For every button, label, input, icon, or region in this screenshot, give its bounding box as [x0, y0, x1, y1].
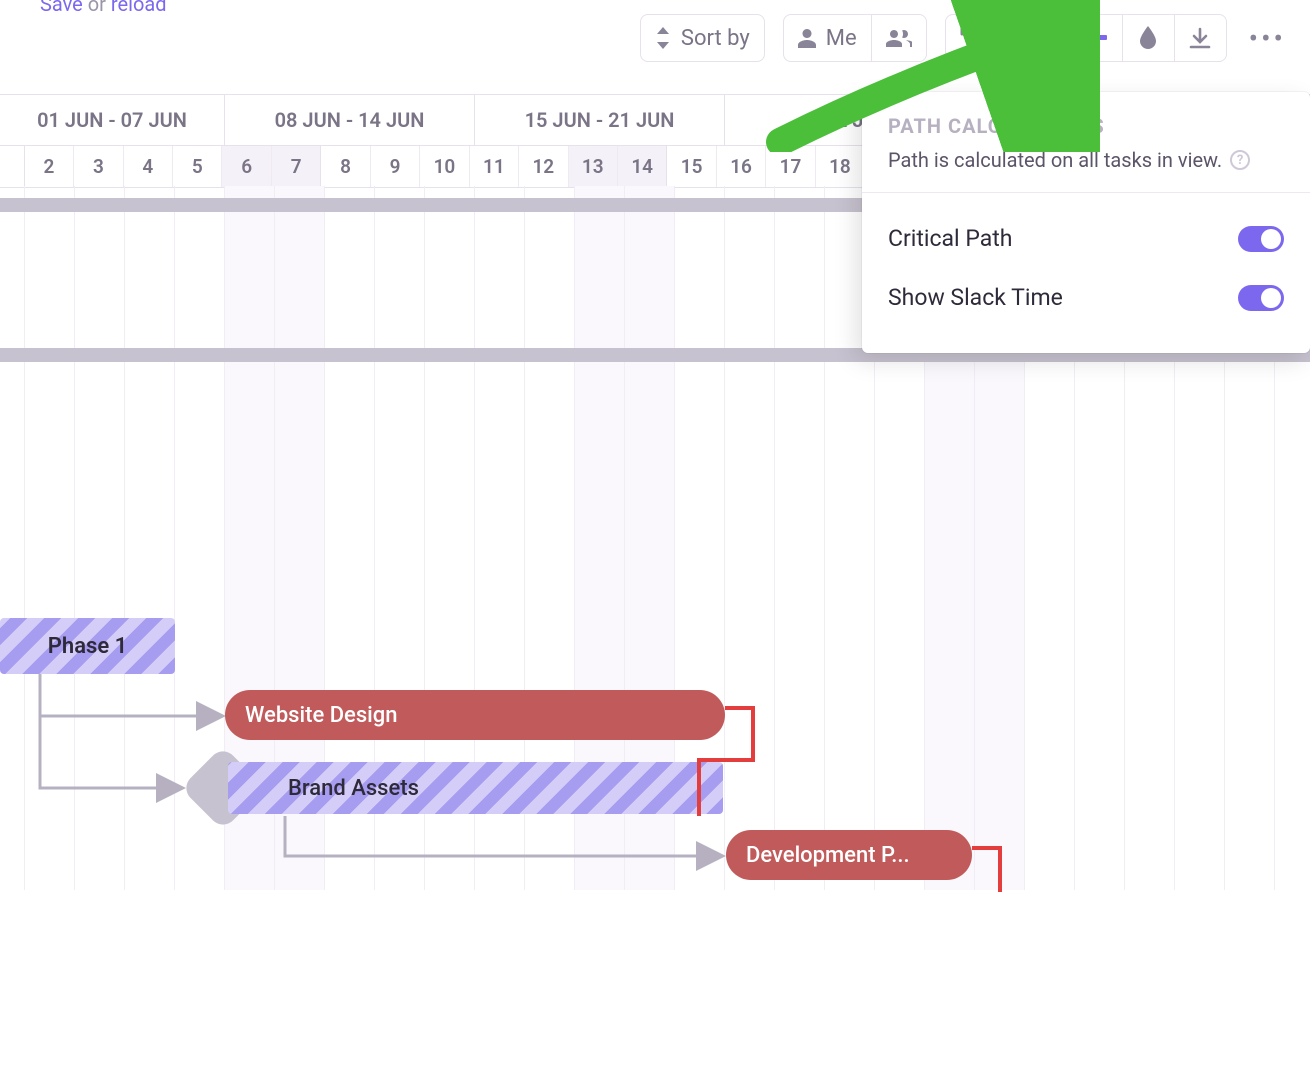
day-cell: 11 — [470, 146, 519, 187]
task-label: Website Design — [245, 703, 398, 728]
day-cell: 2 — [25, 146, 74, 187]
sort-by-button[interactable]: Sort by — [640, 14, 765, 62]
day-cell — [0, 146, 25, 187]
day-cell: 17 — [766, 146, 815, 187]
week-cell: 15 JUN - 21 JUN — [475, 95, 725, 145]
path-calculations-popover: PATH CALCULATIONS Path is calculated on … — [862, 92, 1310, 353]
path-calculations-button[interactable] — [1067, 14, 1123, 62]
day-cell: 8 — [321, 146, 370, 187]
day-cell: 9 — [371, 146, 420, 187]
person-icon — [798, 28, 816, 48]
task-development[interactable]: Development P... — [726, 830, 972, 880]
critical-path-segment — [751, 706, 755, 762]
download-icon — [1189, 27, 1211, 49]
day-cell: 18 — [816, 146, 865, 187]
day-cell: 10 — [420, 146, 469, 187]
day-cell: 6 — [222, 146, 271, 187]
day-cell: 7 — [272, 146, 321, 187]
task-label: Development P... — [746, 843, 910, 868]
day-cell: 14 — [618, 146, 667, 187]
more-menu-button[interactable]: ••• — [1245, 22, 1290, 55]
collapse-button[interactable] — [945, 14, 997, 62]
day-cell: 13 — [569, 146, 618, 187]
download-button[interactable] — [1175, 14, 1227, 62]
task-label: Brand Assets — [288, 776, 419, 801]
gantt-path-icon — [1082, 27, 1108, 49]
toolbar: Sort by Me ••• — [640, 14, 1290, 62]
task-label: Phase 1 — [48, 634, 127, 659]
collapse-icon — [960, 27, 982, 49]
week-cell: 01 JUN - 07 JUN — [0, 95, 225, 145]
critical-path-segment — [697, 758, 755, 762]
sort-by-label: Sort by — [681, 26, 750, 51]
day-cell: 15 — [667, 146, 716, 187]
droplet-icon — [1138, 26, 1158, 50]
task-brand-assets[interactable]: Brand Assets — [228, 762, 723, 814]
day-cell: 4 — [124, 146, 173, 187]
critical-path-segment — [998, 846, 1002, 892]
day-cell: 16 — [717, 146, 766, 187]
people-icon — [886, 28, 912, 48]
day-cell: 12 — [519, 146, 568, 187]
day-cell: 5 — [173, 146, 222, 187]
critical-path-toggle[interactable] — [1238, 226, 1284, 252]
people-filter-button[interactable] — [872, 14, 927, 62]
popover-subtitle: Path is calculated on all tasks in view. — [888, 148, 1222, 172]
edit-hint-fragment: Save or reload — [40, 0, 167, 16]
help-icon[interactable]: ? — [1230, 150, 1250, 170]
critical-path-label: Critical Path — [888, 225, 1012, 252]
task-website-design[interactable]: Website Design — [225, 690, 725, 740]
sort-icon — [655, 27, 671, 49]
me-label: Me — [826, 26, 857, 51]
popover-title: PATH CALCULATIONS — [888, 114, 1284, 138]
expand-button[interactable] — [997, 14, 1049, 62]
slack-time-toggle[interactable] — [1238, 285, 1284, 311]
expand-icon — [1011, 27, 1033, 49]
week-cell: 08 JUN - 14 JUN — [225, 95, 475, 145]
color-button[interactable] — [1123, 14, 1175, 62]
task-phase-1[interactable]: Phase 1 — [0, 618, 175, 674]
critical-path-segment — [697, 758, 701, 816]
slack-time-label: Show Slack Time — [888, 284, 1063, 311]
day-cell: 3 — [74, 146, 123, 187]
me-filter-button[interactable]: Me — [783, 14, 872, 62]
